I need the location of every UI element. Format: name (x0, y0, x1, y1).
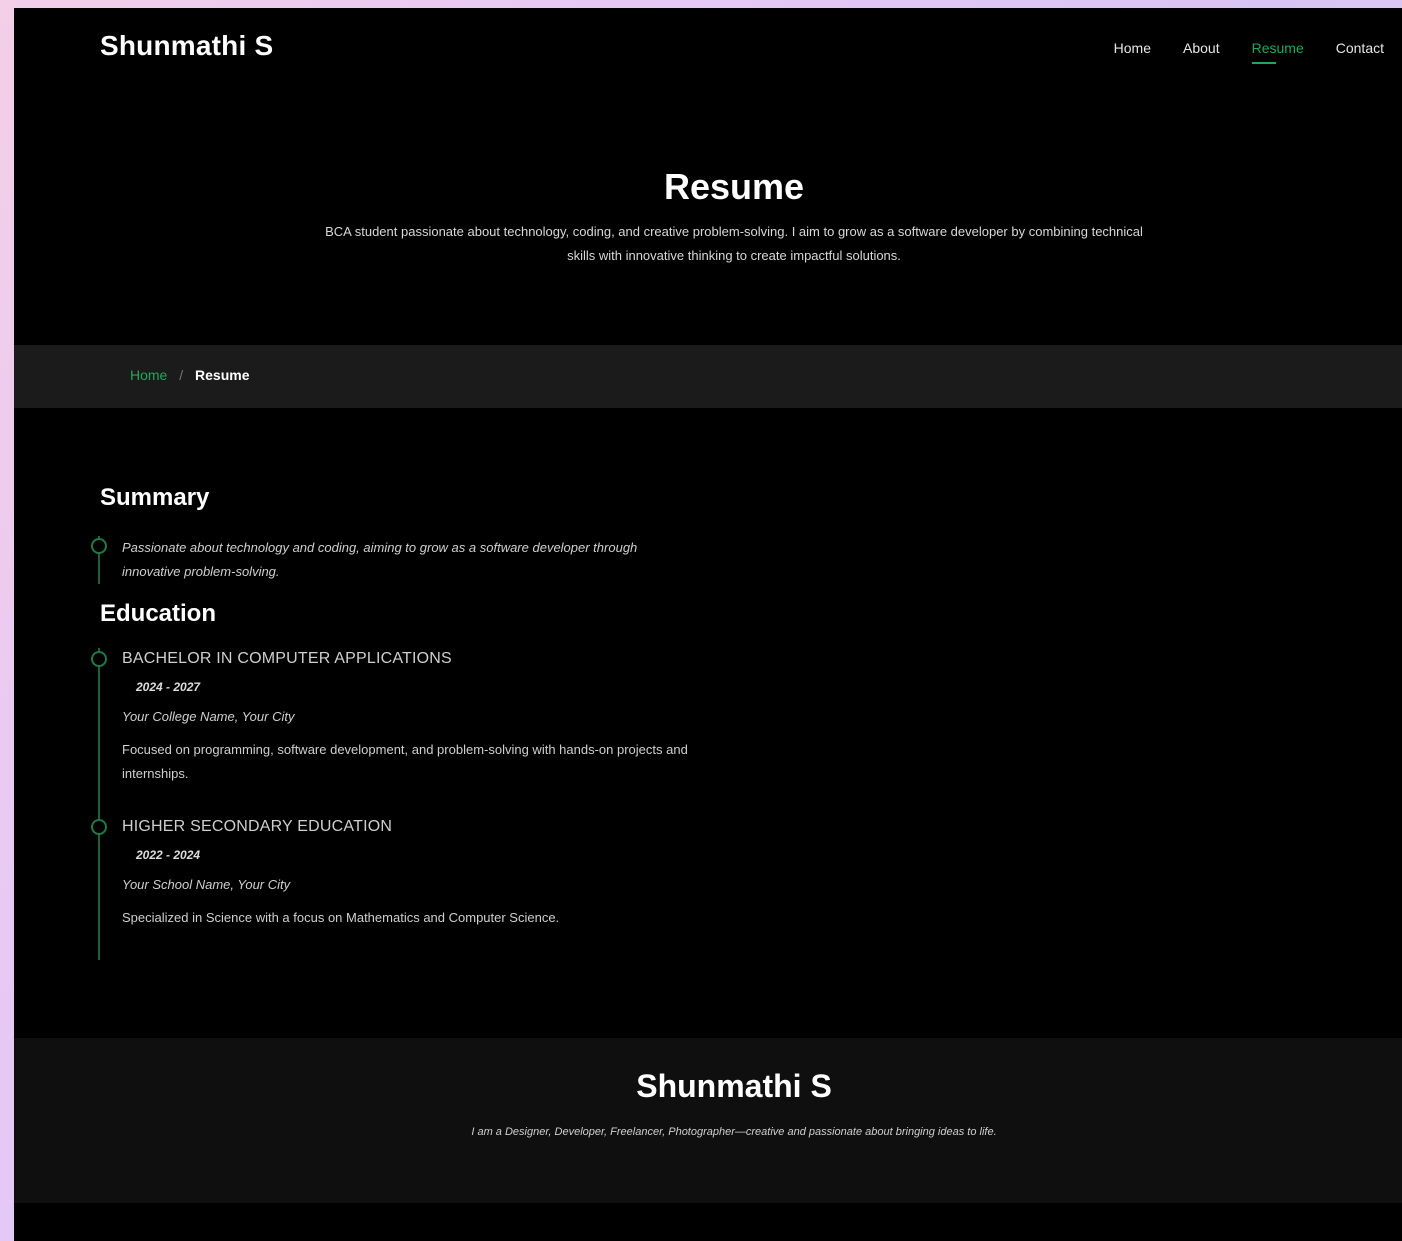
education-degree: Higher Secondary Education (122, 818, 393, 835)
timeline-dot-icon (91, 651, 107, 667)
page-intro: BCA student passionate about technology,… (325, 224, 1143, 263)
breadcrumb-trail: Home / Resume (130, 367, 250, 383)
site-logo[interactable]: Shunmathi S (100, 30, 273, 62)
site-footer: Shunmathi S I am a Designer, Developer, … (14, 1038, 1402, 1203)
nav-resume[interactable]: Resume (1251, 40, 1304, 64)
education-institution: Your College Name, Your City (122, 709, 295, 724)
timeline-dot-icon (91, 819, 107, 835)
nav-home[interactable]: Home (1114, 40, 1151, 56)
education-years: 2022 - 2024 (136, 848, 201, 862)
breadcrumb-home-link[interactable]: Home (130, 367, 167, 383)
summary-heading: Summary (100, 484, 210, 511)
footer-tagline: I am a Designer, Developer, Freelancer, … (471, 1126, 997, 1138)
summary-item: Passionate about technology and coding, … (91, 536, 740, 584)
education-years: 2024 - 2027 (136, 680, 201, 694)
education-degree: Bachelor in Computer Applications (122, 650, 452, 667)
education-description: Focused on programming, software develop… (122, 742, 688, 781)
education-item: Higher Secondary Education 2022 - 2024 Y… (91, 816, 740, 930)
education-heading: Education (100, 600, 217, 627)
footer-name: Shunmathi S (636, 1068, 832, 1104)
breadcrumb-current: Resume (195, 367, 250, 383)
site-header: Shunmathi S Home About Resume Contact (14, 8, 1402, 98)
resume-page: Shunmathi S Home About Resume Contact Re… (14, 8, 1402, 1241)
timeline-dot-icon (91, 538, 107, 554)
education-item: Bachelor in Computer Applications 2024 -… (91, 648, 740, 786)
summary-text: Passionate about technology and coding, … (122, 540, 638, 579)
breadcrumb-separator: / (179, 367, 184, 383)
nav-about[interactable]: About (1183, 40, 1220, 56)
page-title: Resume (663, 166, 805, 207)
breadcrumb: Home / Resume (14, 345, 1402, 408)
main-nav: Home About Resume Contact (1114, 40, 1384, 64)
summary-timeline: Passionate about technology and coding, … (91, 536, 740, 584)
education-institution: Your School Name, Your City (122, 877, 291, 892)
education-timeline: Bachelor in Computer Applications 2024 -… (91, 648, 740, 960)
nav-contact[interactable]: Contact (1336, 40, 1384, 56)
education-description: Specialized in Science with a focus on M… (122, 910, 560, 925)
